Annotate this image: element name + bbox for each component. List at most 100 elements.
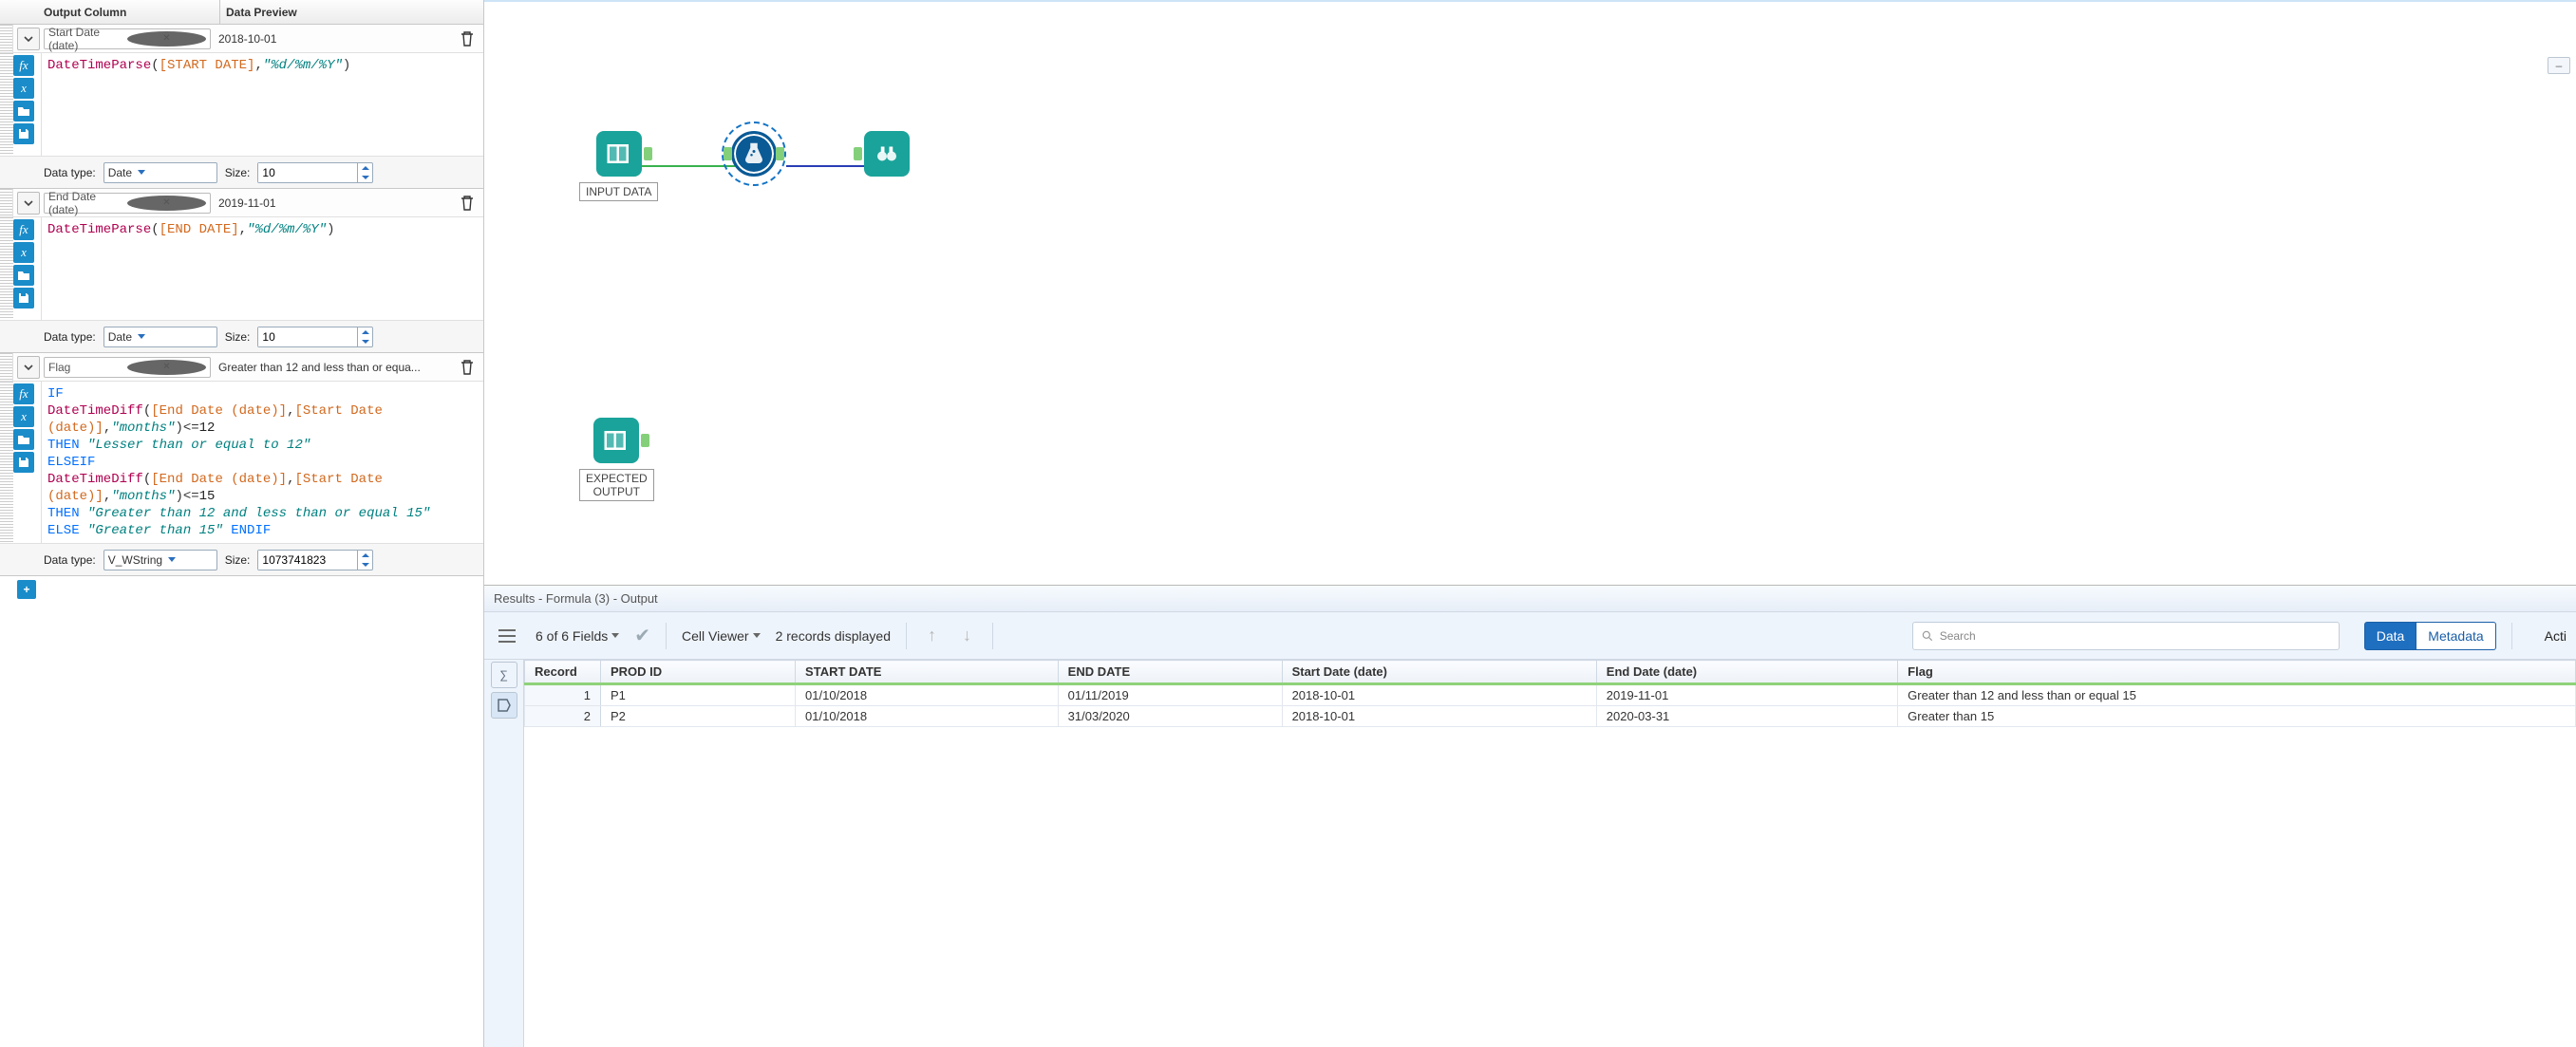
column-header[interactable]: START DATE (796, 661, 1059, 684)
size-spinner[interactable] (257, 550, 373, 570)
spinner-up[interactable] (358, 163, 372, 173)
data-type-select[interactable]: Date (103, 327, 217, 347)
spinner-down[interactable] (358, 560, 372, 570)
output-port[interactable] (776, 147, 784, 160)
expression-editor[interactable]: DateTimeParse([START DATE],"%d/%m/%Y") (42, 53, 483, 156)
x-var-button[interactable]: x (13, 406, 34, 427)
delete-button[interactable] (457, 28, 478, 49)
collapse-button[interactable] (17, 356, 40, 379)
node-expected-output[interactable]: EXPECTED OUTPUT (579, 418, 654, 501)
table-row[interactable]: 1P101/10/201801/11/20192018-10-012019-11… (525, 684, 2576, 706)
node-browse[interactable] (864, 131, 910, 177)
table-cell[interactable]: 2018-10-01 (1282, 684, 1596, 706)
save-button[interactable] (13, 123, 34, 144)
folder-button[interactable] (13, 265, 34, 286)
output-column-select[interactable]: Start Date (date)✕ (44, 28, 211, 49)
size-input[interactable] (258, 551, 357, 570)
spinner-up[interactable] (358, 327, 372, 337)
fx-button[interactable]: fx (13, 219, 34, 240)
shape-icon[interactable] (491, 692, 517, 719)
table-cell[interactable]: 2020-03-31 (1596, 706, 1897, 727)
table-cell[interactable]: Greater than 15 (1898, 706, 2576, 727)
size-input[interactable] (258, 163, 357, 182)
drag-handle[interactable] (0, 382, 13, 543)
input-port[interactable] (854, 147, 862, 160)
table-cell[interactable]: 2019-11-01 (1596, 684, 1897, 706)
clear-icon[interactable]: ✕ (127, 360, 206, 375)
spinner-down[interactable] (358, 173, 372, 182)
data-tab[interactable]: Data (2364, 622, 2417, 650)
size-input[interactable] (258, 327, 357, 346)
cell-viewer-dropdown[interactable]: Cell Viewer (682, 628, 761, 644)
column-header[interactable]: PROD ID (601, 661, 796, 684)
table-cell[interactable]: P1 (601, 684, 796, 706)
table-cell[interactable]: 01/10/2018 (796, 684, 1059, 706)
data-type-select[interactable]: V_WString (103, 550, 217, 570)
table-cell[interactable]: Greater than 12 and less than or equal 1… (1898, 684, 2576, 706)
table-cell[interactable]: 2 (525, 706, 601, 727)
collapse-button[interactable] (17, 28, 40, 50)
column-header[interactable]: End Date (date) (1596, 661, 1897, 684)
connection-formula-to-browse[interactable] (786, 165, 868, 167)
drag-handle[interactable] (0, 217, 13, 320)
folder-button[interactable] (13, 101, 34, 122)
folder-button[interactable] (13, 429, 34, 450)
table-cell[interactable]: 31/03/2020 (1058, 706, 1282, 727)
table-cell[interactable]: 01/11/2019 (1058, 684, 1282, 706)
size-spinner[interactable] (257, 162, 373, 183)
metadata-tab[interactable]: Metadata (2416, 622, 2495, 650)
save-button[interactable] (13, 288, 34, 308)
expression-editor[interactable]: IFDateTimeDiff([End Date (date)],[Start … (42, 382, 483, 543)
output-column-select[interactable]: End Date (date)✕ (44, 193, 211, 214)
column-header[interactable]: END DATE (1058, 661, 1282, 684)
spinner-down[interactable] (358, 337, 372, 346)
column-header[interactable]: Flag (1898, 661, 2576, 684)
node-input-data[interactable]: INPUT DATA (579, 131, 658, 201)
table-cell[interactable]: 2018-10-01 (1282, 706, 1596, 727)
table-row[interactable]: 2P201/10/201831/03/20202018-10-012020-03… (525, 706, 2576, 727)
arrow-up-icon[interactable]: ↑ (922, 626, 942, 645)
add-formula-button[interactable]: + (17, 580, 36, 599)
output-port[interactable] (641, 434, 649, 447)
save-button[interactable] (13, 452, 34, 473)
drag-handle[interactable] (0, 53, 13, 156)
fx-button[interactable]: fx (13, 55, 34, 76)
clear-icon[interactable]: ✕ (127, 196, 206, 211)
workflow-canvas[interactable]: – INPUT DATA (484, 0, 2576, 570)
delete-button[interactable] (457, 357, 478, 378)
check-icon[interactable]: ✔ (634, 624, 650, 647)
spinner-up[interactable] (358, 551, 372, 560)
arrow-down-icon[interactable]: ↓ (957, 626, 977, 645)
fx-button[interactable]: fx (13, 383, 34, 404)
collapse-button[interactable] (17, 192, 40, 215)
drag-handle[interactable] (0, 353, 13, 381)
column-header[interactable]: Start Date (date) (1282, 661, 1596, 684)
fields-dropdown[interactable]: 6 of 6 Fields (536, 628, 619, 644)
separator (992, 623, 993, 649)
x-var-button[interactable]: x (13, 78, 34, 99)
minimize-button[interactable]: – (2548, 57, 2570, 74)
output-port[interactable] (644, 147, 652, 160)
node-formula[interactable] (731, 131, 777, 177)
expression-editor[interactable]: DateTimeParse([END DATE],"%d/%m/%Y") (42, 217, 483, 320)
search-input[interactable]: Search (1912, 622, 2340, 650)
table-cell[interactable]: P2 (601, 706, 796, 727)
size-spinner[interactable] (257, 327, 373, 347)
drag-handle[interactable] (0, 25, 13, 52)
input-port[interactable] (724, 147, 732, 160)
table-cell[interactable]: 1 (525, 684, 601, 706)
x-var-button[interactable]: x (13, 242, 34, 263)
column-header[interactable]: Record (525, 661, 601, 684)
drag-handle[interactable] (0, 189, 13, 216)
data-type-select[interactable]: Date (103, 162, 217, 183)
results-grid[interactable]: RecordPROD IDSTART DATEEND DATEStart Dat… (524, 660, 2576, 1047)
delete-button[interactable] (457, 193, 478, 214)
sigma-icon[interactable]: ∑ (491, 662, 517, 688)
hamburger-icon[interactable] (494, 623, 520, 649)
actions-label[interactable]: Acti (2545, 628, 2567, 644)
node-label[interactable]: INPUT DATA (579, 182, 658, 201)
clear-icon[interactable]: ✕ (127, 31, 206, 47)
node-label[interactable]: EXPECTED OUTPUT (579, 469, 654, 501)
output-column-select[interactable]: Flag✕ (44, 357, 211, 378)
table-cell[interactable]: 01/10/2018 (796, 706, 1059, 727)
